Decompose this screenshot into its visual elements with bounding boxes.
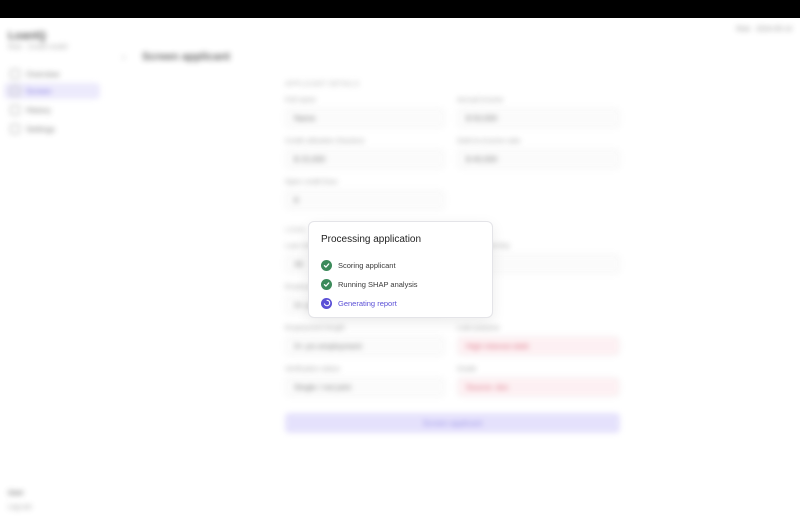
- open-credit-lines-input[interactable]: 8: [285, 190, 445, 210]
- field-label: Loan purpose: [457, 325, 500, 332]
- sidebar-item-history[interactable]: History: [4, 102, 100, 118]
- modal-title: Processing application: [321, 234, 422, 245]
- check-icon: [321, 259, 332, 271]
- back-button[interactable]: ‹: [122, 52, 125, 63]
- top-right-status: Risk · 2024-05-14: [736, 26, 792, 33]
- grade-select[interactable]: Source: doc: [457, 377, 620, 397]
- sidebar-item-overview[interactable]: Overview: [4, 66, 100, 82]
- processing-modal: Processing application Scoring applicant…: [308, 221, 493, 318]
- user-label: User: [8, 490, 24, 497]
- field-label: Debt-to-income ratio: [457, 138, 521, 145]
- brand-name: LoanIQ: [8, 30, 46, 42]
- sidebar-item-label: Screen: [26, 86, 52, 96]
- loan-purpose-select[interactable]: High interest debt: [457, 336, 620, 356]
- verification-select[interactable]: Single / not joint: [285, 377, 445, 397]
- sidebar: LoanIQ Risk · Credit model Overview Scre…: [0, 18, 108, 520]
- employment-select-2[interactable]: 3+ yrs employment: [285, 336, 445, 356]
- logout-link[interactable]: Log out: [8, 504, 31, 511]
- field-label: Verification status: [285, 366, 340, 373]
- section-title-loan: LOAN: [285, 227, 306, 234]
- brand-subtitle: Risk · Credit model: [8, 44, 68, 51]
- gear-icon: [10, 124, 20, 134]
- overview-icon: [10, 69, 20, 79]
- history-icon: [10, 105, 20, 115]
- field-label: Grade: [457, 366, 477, 373]
- sidebar-item-label: Settings: [26, 124, 55, 134]
- credit-utilization-input[interactable]: $ 15,000: [285, 149, 445, 169]
- step-label: Running SHAP analysis: [338, 279, 418, 289]
- step-scoring: Scoring applicant: [321, 259, 396, 271]
- field-label: Credit utilization (fraction): [285, 138, 365, 145]
- step-label: Scoring applicant: [338, 260, 396, 270]
- field-label: Open credit lines: [285, 179, 338, 186]
- sidebar-item-label: Overview: [26, 69, 60, 79]
- screen-top-bar: [0, 0, 800, 18]
- sidebar-item-settings[interactable]: Settings: [4, 121, 100, 137]
- step-label: Generating report: [338, 298, 397, 308]
- annual-income-input[interactable]: $ 50,000: [457, 108, 620, 128]
- field-label: Annual income: [457, 97, 504, 104]
- spinner-icon: [321, 297, 332, 309]
- section-title-applicant: APPLICANT DETAILS: [285, 81, 360, 88]
- sidebar-item-label: History: [26, 105, 51, 115]
- screen-icon: [10, 86, 20, 96]
- field-label: Full name: [285, 97, 316, 104]
- submit-button[interactable]: Screen applicant: [285, 413, 620, 433]
- sidebar-item-screen[interactable]: Screen: [4, 83, 100, 99]
- full-name-input[interactable]: Name: [285, 108, 445, 128]
- check-icon: [321, 278, 332, 290]
- field-label: Employment length: [285, 325, 345, 332]
- dti-input[interactable]: $ 40,000: [457, 149, 620, 169]
- step-report: Generating report: [321, 297, 397, 309]
- app-window: LoanIQ Risk · Credit model Overview Scre…: [0, 18, 800, 520]
- step-shap: Running SHAP analysis: [321, 278, 418, 290]
- page-title: Screen applicant: [142, 51, 231, 63]
